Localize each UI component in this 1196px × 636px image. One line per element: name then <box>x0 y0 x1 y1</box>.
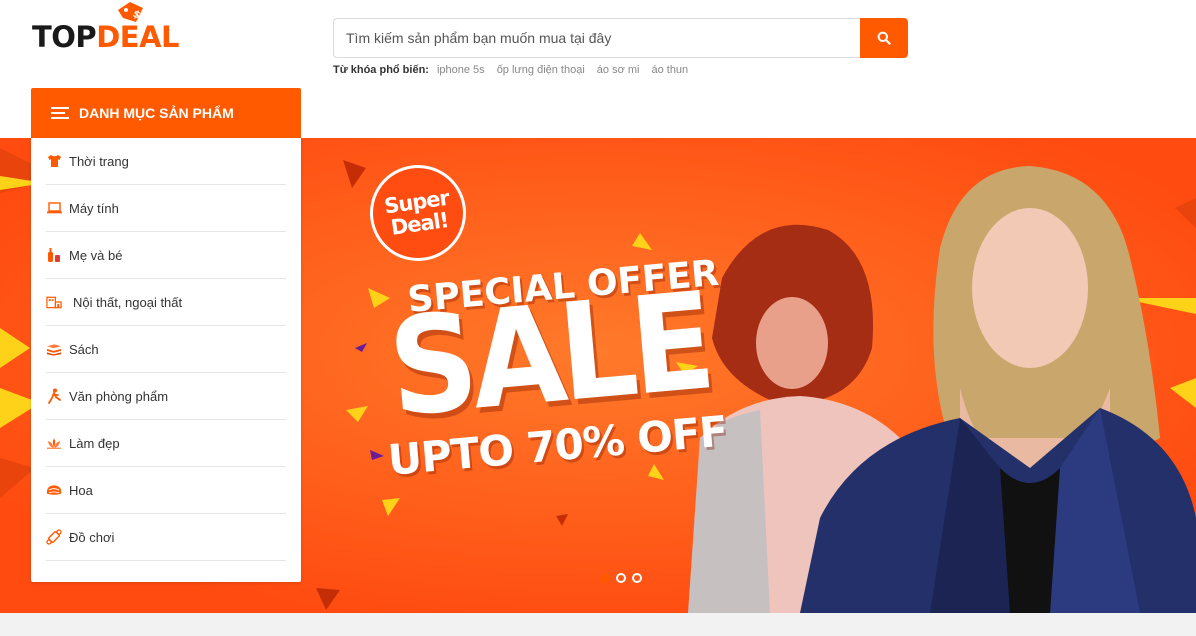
page: TOPDEAL $ Từ khóa phổ biến: iphone 5s ốp… <box>0 0 1196 636</box>
menu-icon <box>51 107 69 119</box>
popular-keywords: Từ khóa phổ biến: iphone 5s ốp lưng điện… <box>333 64 688 76</box>
category-item-toys[interactable]: Đồ chơi <box>46 514 286 561</box>
price-tag-icon: $ <box>118 2 143 22</box>
lotus-icon <box>46 435 62 451</box>
category-item-stationery[interactable]: Văn phòng phẩm <box>46 373 286 420</box>
category-item-books[interactable]: Sách <box>46 326 286 373</box>
category-item-beauty[interactable]: Làm đẹp <box>46 420 286 467</box>
page-footer-strip <box>0 613 1196 636</box>
logo-top: TOP <box>32 20 97 54</box>
keyword-link[interactable]: áo thun <box>651 64 688 76</box>
category-label: Văn phòng phẩm <box>69 388 169 404</box>
category-item-mom-baby[interactable]: Mẹ và bé <box>46 232 286 279</box>
category-item-flowers[interactable]: Hoa <box>46 467 286 514</box>
category-item-furniture[interactable]: Nội thất, ngoại thất <box>46 279 286 326</box>
stationery-icon <box>46 388 62 404</box>
keyword-link[interactable]: áo sơ mi <box>597 64 640 76</box>
category-label: Mẹ và bé <box>69 247 123 263</box>
carousel-dot-2[interactable] <box>616 573 626 583</box>
laptop-icon <box>46 200 62 216</box>
toy-icon <box>46 529 62 545</box>
category-menu-title: DANH MỤC SẢN PHẨM <box>79 105 234 121</box>
carousel-dot-1[interactable] <box>600 573 610 583</box>
keywords-label: Từ khóa phổ biến: <box>333 64 429 76</box>
category-list: Thời trang Máy tính Mẹ và bé Nội thất, n… <box>31 138 301 582</box>
search-icon <box>877 31 891 45</box>
logo[interactable]: TOP DEAL <box>32 10 180 54</box>
keyword-link[interactable]: ốp lưng điện thoại <box>497 64 585 76</box>
carousel-dot-3[interactable] <box>632 573 642 583</box>
keyword-link[interactable]: iphone 5s <box>437 64 485 76</box>
category-label: Nội thất, ngoại thất <box>73 294 183 310</box>
baby-bottle-icon <box>46 247 62 263</box>
category-label: Hoa <box>69 482 93 498</box>
search-input[interactable] <box>333 18 860 58</box>
shirt-icon <box>46 153 62 169</box>
furniture-icon <box>46 294 62 310</box>
logo-deal: DEAL <box>96 20 180 54</box>
category-item-computers[interactable]: Máy tính <box>46 185 286 232</box>
flower-icon <box>46 482 62 498</box>
category-label: Máy tính <box>69 200 119 216</box>
books-icon <box>46 341 62 357</box>
category-label: Đồ chơi <box>69 529 115 545</box>
category-label: Sách <box>69 341 99 357</box>
category-menu-header[interactable]: DANH MỤC SẢN PHẨM <box>31 88 301 138</box>
category-item-fashion[interactable]: Thời trang <box>46 138 286 185</box>
category-label: Thời trang <box>69 153 129 169</box>
search-button[interactable] <box>860 18 908 58</box>
category-label: Làm đẹp <box>69 435 120 451</box>
carousel-dots <box>600 573 642 583</box>
search-bar <box>333 18 908 58</box>
